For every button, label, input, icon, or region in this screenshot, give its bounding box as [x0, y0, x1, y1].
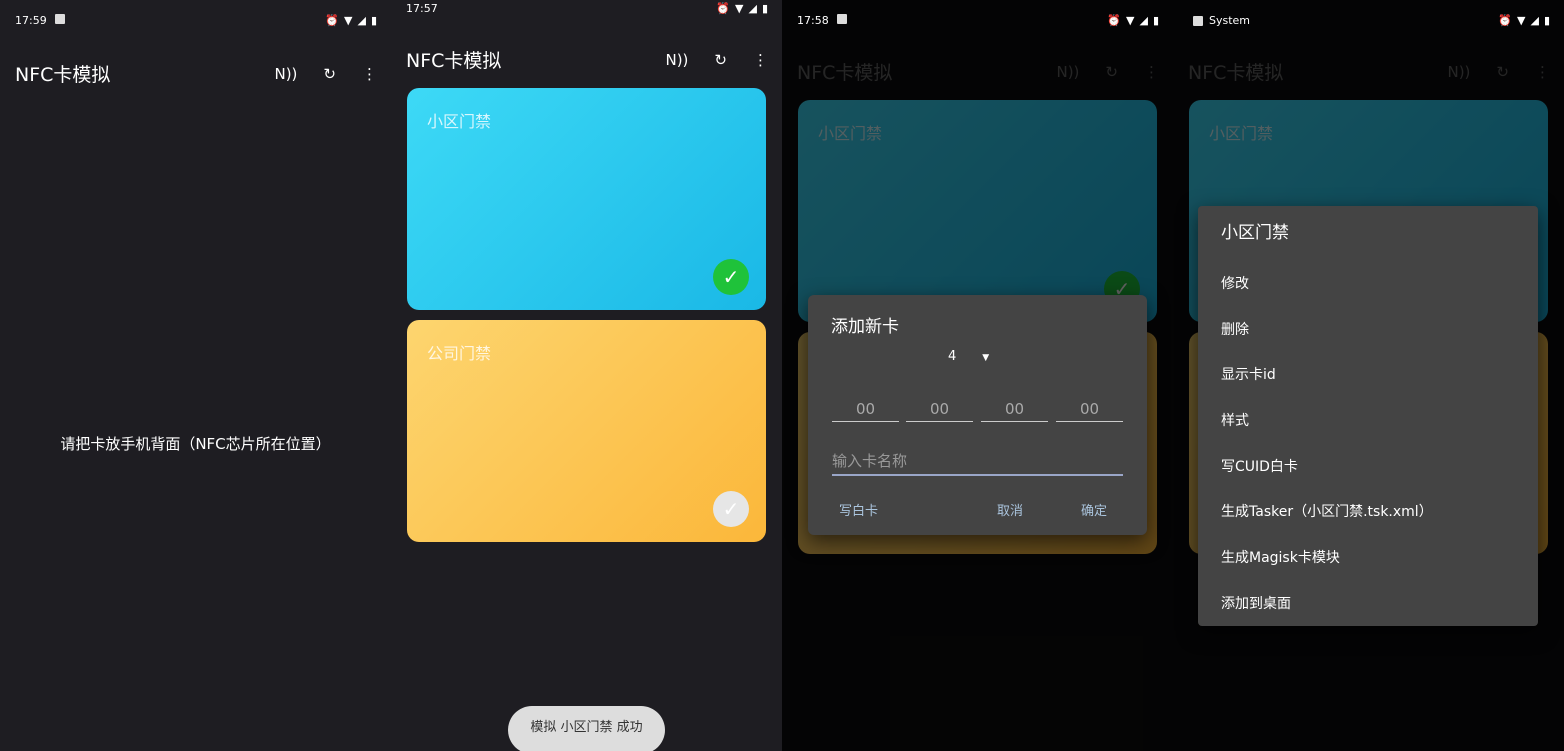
image-notification-icon [54, 14, 65, 24]
card-context-menu: 小区门禁 修改 删除 显示卡id 样式 写CUID白卡 生成Tasker（小区门… [1198, 206, 1538, 626]
card-name-input[interactable]: 输入卡名称 [832, 450, 1123, 476]
wifi-icon: ▼ [1126, 14, 1135, 27]
dropdown-arrow-icon: ▼ [982, 353, 990, 363]
refresh-icon[interactable]: ↻ [714, 51, 727, 69]
menu-title: 小区门禁 [1221, 223, 1289, 243]
signal-icon: ◢ [748, 2, 757, 15]
alarm-icon: ⏰ [325, 14, 339, 27]
status-bar: System ⏰ ▼ ◢ ▮ [1193, 14, 1550, 27]
write-blank-button[interactable]: 写白卡 [839, 500, 878, 519]
app-bar: NFC卡模拟 N)) ↻ ⋮ [15, 60, 377, 87]
menu-item-tasker[interactable]: 生成Tasker（小区门禁.tsk.xml） [1198, 490, 1538, 536]
check-unselected-icon[interactable]: ✓ [713, 491, 749, 527]
refresh-icon[interactable]: ↻ [323, 65, 336, 83]
battery-icon: ▮ [761, 2, 768, 15]
menu-item-add-to-desktop[interactable]: 添加到桌面 [1198, 582, 1538, 628]
byte-field-4[interactable]: 00 [1056, 400, 1123, 422]
byte-field-1[interactable]: 00 [832, 400, 899, 422]
screen-card-list: 17:57 ⏰ ▼ ◢ ▮ NFC卡模拟 N)) ↻ ⋮ 小区门禁 ✓ 公司门禁 ✓ 模拟… [391, 0, 782, 751]
screen-empty: 17:59 ⏰ ▼ ◢ ▮ NFC卡模拟 N)) ↻ ⋮ 请把卡放手机背面（NFC芯片所在… [0, 0, 391, 751]
card-name: 公司门禁 [427, 344, 492, 363]
more-vert-icon[interactable]: ⋮ [753, 51, 768, 69]
menu-item-show-id[interactable]: 显示卡id [1198, 353, 1538, 399]
signal-icon: ◢ [1530, 14, 1539, 27]
signal-icon: ◢ [357, 14, 366, 27]
alarm-icon: ⏰ [716, 2, 730, 15]
more-vert-icon[interactable]: ⋮ [362, 65, 377, 83]
toast: 模拟 小区门禁 成功 [508, 706, 665, 751]
status-time: 17:57 [406, 2, 438, 15]
nfc-prompt: 请把卡放手机背面（NFC芯片所在位置） [60, 435, 331, 453]
app-bar: NFC卡模拟 N)) ↻ ⋮ [406, 46, 768, 73]
battery-icon: ▮ [1543, 14, 1550, 27]
app-title: NFC卡模拟 [406, 50, 502, 72]
card-community-access[interactable]: 小区门禁 ✓ [407, 88, 766, 310]
signal-icon: ◢ [1139, 14, 1148, 27]
check-selected-icon[interactable]: ✓ [713, 259, 749, 295]
cancel-button[interactable]: 取消 [997, 500, 1023, 519]
screen-card-menu: System ⏰▼◢▮ NFC卡模拟 N))↻⋮ 小区门禁 小区门禁 修改 删除… [1173, 0, 1564, 751]
menu-item-magisk[interactable]: 生成Magisk卡模块 [1198, 536, 1538, 582]
battery-icon: ▮ [370, 14, 377, 27]
byte-field-2[interactable]: 00 [906, 400, 973, 422]
byte-field-3[interactable]: 00 [981, 400, 1048, 422]
nfc-icon[interactable]: N)) [665, 51, 688, 69]
card-name: 小区门禁 [427, 112, 492, 131]
card-company-access[interactable]: 公司门禁 ✓ [407, 320, 766, 542]
select-value: 4 [948, 349, 957, 364]
status-label: System [1209, 14, 1251, 27]
app-title: NFC卡模拟 [15, 64, 111, 86]
alarm-icon: ⏰ [1107, 14, 1121, 27]
wifi-icon: ▼ [1517, 14, 1526, 27]
status-bar: 17:57 ⏰ ▼ ◢ ▮ [406, 2, 768, 15]
menu-item-style[interactable]: 样式 [1198, 399, 1538, 445]
status-time: 17:58 [797, 14, 829, 27]
screen-add-card-dialog: 17:58 ⏰▼◢▮ NFC卡模拟 N))↻⋮ 小区门禁✓ 添加新卡 4▼ 00… [782, 0, 1173, 751]
wifi-icon: ▼ [735, 2, 744, 15]
status-bar: 17:59 ⏰ ▼ ◢ ▮ [15, 14, 377, 27]
image-notification-icon [1193, 15, 1203, 26]
status-time: 17:59 [15, 14, 47, 27]
ok-button[interactable]: 确定 [1081, 500, 1107, 519]
add-card-dialog: 添加新卡 4 ▼ 00 00 00 00 输入卡名称 写白卡 取消 确定 [808, 295, 1147, 535]
status-bar: 17:58 ⏰ ▼ ◢ ▮ [797, 14, 1159, 27]
dialog-title: 添加新卡 [831, 317, 899, 337]
menu-item-write-cuid[interactable]: 写CUID白卡 [1198, 445, 1538, 491]
wifi-icon: ▼ [344, 14, 353, 27]
menu-item-edit[interactable]: 修改 [1198, 262, 1538, 308]
byte-count-select[interactable]: 4 ▼ [948, 349, 989, 364]
alarm-icon: ⏰ [1498, 14, 1512, 27]
menu-item-delete[interactable]: 删除 [1198, 308, 1538, 354]
nfc-icon[interactable]: N)) [274, 65, 297, 83]
image-notification-icon [836, 14, 847, 24]
battery-icon: ▮ [1152, 14, 1159, 27]
